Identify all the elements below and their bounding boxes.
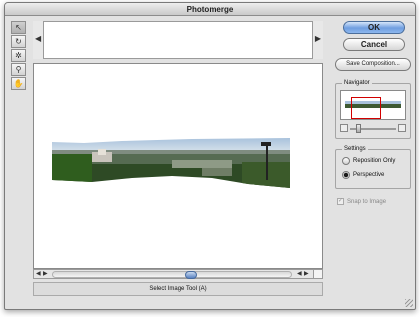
composition-canvas[interactable] [33, 63, 323, 269]
cancel-button[interactable]: Cancel [343, 38, 405, 51]
scroll-left-icon[interactable]: ◀ [36, 270, 41, 278]
navigator-zoom [340, 124, 406, 134]
scroll-track[interactable] [52, 271, 292, 279]
window-title: Photomerge [5, 3, 415, 16]
reposition-only-label: Reposition Only [353, 158, 396, 164]
lightbox-strip: ◀ ▶ [33, 21, 323, 59]
perspective-radio[interactable] [342, 171, 350, 179]
scroll-right-end-icon[interactable]: ▶ [304, 270, 309, 278]
navigator-label: Navigator [342, 79, 372, 87]
panorama-image[interactable] [52, 138, 292, 190]
ok-button[interactable]: OK [343, 21, 405, 34]
zoom-out-icon[interactable] [340, 124, 348, 132]
snap-to-image-option[interactable]: ✓ Snap to Image [337, 198, 386, 205]
lightbox-left-arrow-icon[interactable]: ◀ [35, 34, 41, 43]
horizontal-scrollbar[interactable]: ◀ ▶ ◀ ▶ [33, 269, 323, 279]
scroll-thumb[interactable] [185, 271, 197, 279]
reposition-only-radio[interactable] [342, 157, 350, 165]
snap-to-image-label: Snap to Image [347, 198, 387, 205]
vanishing-point-tool-icon[interactable]: ✲ [11, 49, 26, 62]
perspective-option[interactable]: Perspective [342, 171, 384, 179]
navigator-group: Navigator [335, 79, 411, 139]
snap-to-image-checkbox[interactable]: ✓ [337, 198, 344, 205]
scroll-left-end-icon[interactable]: ◀ [297, 270, 302, 278]
select-image-tool-icon[interactable]: ↖ [11, 21, 26, 34]
resize-grip-icon[interactable] [405, 299, 413, 307]
tool-palette: ↖ ↻ ✲ ⚲ ✋ [11, 21, 26, 91]
photomerge-dialog: Photomerge ↖ ↻ ✲ ⚲ ✋ ◀ ▶ ◀ ▶ ◀ ▶ Select … [4, 2, 416, 310]
lightbox-right-arrow-icon[interactable]: ▶ [315, 34, 321, 43]
navigator-thumbnail[interactable] [340, 90, 406, 120]
hand-tool-icon[interactable]: ✋ [11, 77, 26, 90]
perspective-label: Perspective [353, 172, 385, 178]
zoom-tool-icon[interactable]: ⚲ [11, 63, 26, 76]
status-bar: Select Image Tool (A) [33, 282, 323, 296]
settings-group: Settings Reposition Only Perspective [335, 145, 411, 189]
zoom-slider-handle[interactable] [356, 124, 361, 133]
rotate-image-tool-icon[interactable]: ↻ [11, 35, 26, 48]
zoom-in-icon[interactable] [398, 124, 406, 132]
scroll-right-icon[interactable]: ▶ [43, 270, 48, 278]
settings-label: Settings [342, 145, 368, 153]
lightbox-area[interactable] [43, 21, 313, 59]
reposition-only-option[interactable]: Reposition Only [342, 157, 395, 165]
navigator-view-box[interactable] [351, 97, 381, 119]
scroll-corner [313, 269, 323, 279]
save-composition-button[interactable]: Save Composition... [335, 58, 411, 71]
